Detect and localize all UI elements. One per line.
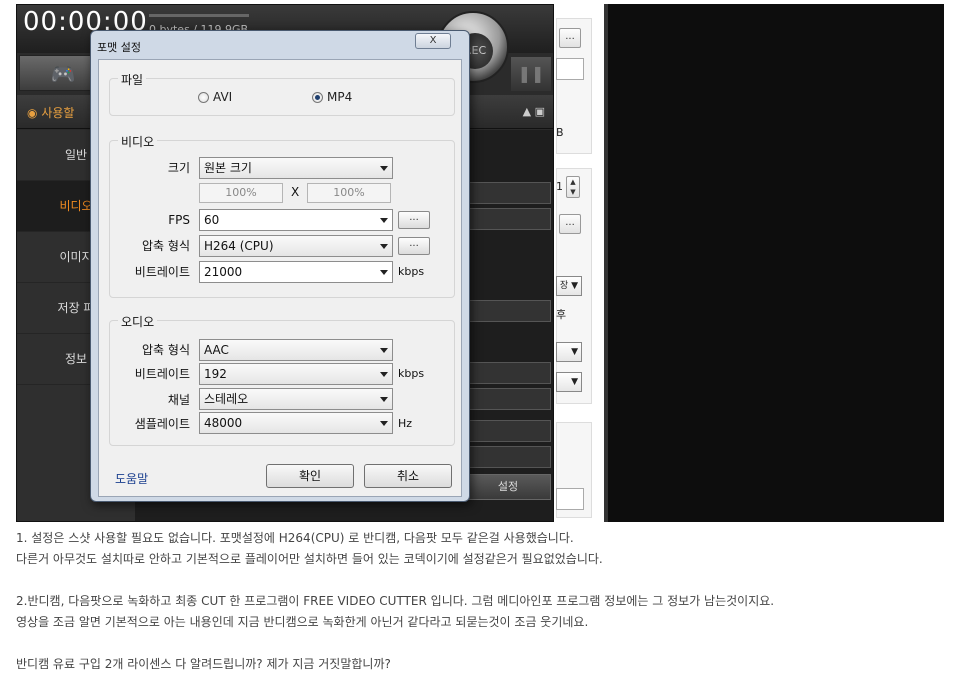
chevron-down-icon (380, 421, 388, 426)
options-side-panel: ... B 1 ▲ ▼ ... 장 ▼ 후 ▼ ▼ (556, 4, 604, 522)
help-link[interactable]: 도움말 (115, 470, 148, 487)
dark-field-1[interactable] (465, 182, 551, 204)
audio-bitrate-unit: kbps (398, 367, 425, 380)
dark-field-4[interactable] (465, 362, 551, 384)
target-section-label: ◉ 사용할 (27, 106, 75, 120)
article-line-4: 영상을 조금 알면 기본적으로 아는 내용인데 지금 반디캠으로 녹화한게 아닌… (16, 615, 589, 629)
article-line-5: 반디캠 유료 구입 2개 라이센스 다 알려드립니까? 제가 지금 거짓말합니까… (16, 657, 391, 671)
settings-button[interactable]: 설정 (465, 474, 551, 500)
height-percent-field: 100% (307, 183, 391, 203)
capacity-bar (149, 14, 249, 17)
audio-group: 오디오 압축 형식 AAC 비트레이트 192 kbps 채널 스테레오 샘플레… (109, 313, 455, 446)
preview-area (604, 4, 944, 522)
chevron-down-icon (380, 244, 388, 249)
gamepad-icon: 🎮 (50, 62, 76, 86)
option-dropdown-1[interactable]: 장 ▼ (556, 276, 582, 296)
pause-icon: ❚❚ (517, 64, 545, 83)
path-field[interactable] (556, 58, 584, 80)
chevron-down-icon (380, 348, 388, 353)
dark-field-3[interactable] (465, 300, 551, 322)
article-line-2: 다른거 아무것도 설치따로 안하고 기본적으로 플레이어만 설치하면 들어 있는… (16, 552, 603, 566)
audio-codec-label: 압축 형식 (142, 343, 190, 357)
bottom-field[interactable] (556, 488, 584, 510)
dark-field-2[interactable] (465, 208, 551, 230)
close-button[interactable]: X (415, 33, 451, 49)
dark-field-5[interactable] (465, 388, 551, 410)
collapse-icon[interactable]: ▲ (523, 105, 531, 118)
width-percent-field: 100% (199, 183, 283, 203)
size-select[interactable]: 원본 크기 (199, 157, 393, 179)
dark-field-7[interactable] (465, 446, 551, 468)
article-line-3: 2.반디캠, 다음팟으로 녹화하고 최종 CUT 한 프로그램이 FREE VI… (16, 594, 775, 608)
maximize-icon[interactable]: ▣ (535, 105, 545, 118)
channel-label: 채널 (167, 393, 190, 407)
samplerate-label: 샘플레이트 (134, 417, 190, 431)
dialog-body: 파일 AVI MP4 비디오 크기 원본 크기 100% X 100% FPS … (98, 59, 462, 497)
radio-avi-label: AVI (213, 90, 233, 104)
close-icon[interactable]: X (430, 35, 437, 46)
chevron-down-icon (380, 218, 388, 223)
radio-avi-dot[interactable] (198, 91, 209, 103)
browse-button-middle[interactable]: ... (559, 214, 581, 234)
spin-down-icon[interactable]: ▼ (570, 188, 575, 196)
video-codec-select[interactable]: H264 (CPU) (199, 235, 393, 257)
cancel-button[interactable]: 취소 (364, 464, 452, 488)
channel-select[interactable]: 스테레오 (199, 388, 393, 410)
size-label: 크기 (167, 161, 190, 175)
browse-button-top[interactable]: ... (559, 28, 581, 48)
record-target-icon: ◉ (27, 106, 38, 120)
radio-mp4-dot[interactable] (312, 91, 323, 103)
fps-options-button[interactable]: ... (398, 211, 430, 229)
format-settings-dialog: 포맷 설정 X 파일 AVI MP4 비디오 크기 원본 크기 100% X 1… (90, 30, 470, 502)
pause-button[interactable]: ❚❚ (511, 57, 551, 91)
panel-text-b: B (556, 126, 564, 139)
chevron-down-icon (380, 166, 388, 171)
chevron-down-icon: ▼ (571, 281, 578, 291)
samplerate-select[interactable]: 48000 (199, 412, 393, 434)
size-x-label: X (291, 185, 300, 199)
chevron-down-icon (380, 270, 388, 275)
video-group-label: 비디오 (118, 133, 158, 150)
video-bitrate-unit: kbps (398, 265, 425, 278)
video-group: 비디오 크기 원본 크기 100% X 100% FPS 60 ... 압축 형… (109, 133, 455, 298)
spin-value: 1 (556, 180, 563, 193)
file-group-label: 파일 (118, 71, 147, 88)
audio-bitrate-select[interactable]: 192 (199, 363, 393, 385)
option-dropdown-3[interactable]: ▼ (556, 372, 582, 392)
video-bitrate-select[interactable]: 21000 (199, 261, 393, 283)
file-group: 파일 AVI MP4 (109, 71, 455, 116)
radio-avi[interactable]: AVI (198, 90, 232, 104)
article-line-1: 1. 설정은 스샷 사용할 필요도 없습니다. 포맷설정에 H264(CPU) … (16, 531, 574, 545)
spin-stepper[interactable]: ▲ ▼ (566, 176, 580, 198)
audio-group-label: 오디오 (118, 313, 158, 330)
panel-text-hu: 후 (556, 308, 567, 321)
dialog-title: 포맷 설정 (97, 41, 141, 54)
audio-bitrate-label: 비트레이트 (134, 367, 190, 381)
codec-options-button[interactable]: ... (398, 237, 430, 255)
dark-field-6[interactable] (465, 420, 551, 442)
chevron-down-icon: ▼ (571, 377, 578, 387)
radio-mp4[interactable]: MP4 (312, 90, 352, 104)
samplerate-unit: Hz (398, 417, 413, 430)
chevron-down-icon (380, 372, 388, 377)
option-dropdown-2[interactable]: ▼ (556, 342, 582, 362)
video-bitrate-label: 비트레이트 (134, 265, 190, 279)
chevron-down-icon: ▼ (571, 347, 578, 357)
fps-label: FPS (168, 213, 190, 227)
audio-codec-select[interactable]: AAC (199, 339, 393, 361)
ok-button[interactable]: 확인 (266, 464, 354, 488)
spin-up-icon[interactable]: ▲ (570, 178, 575, 186)
section-window-controls[interactable]: ▲ ▣ (523, 105, 545, 118)
radio-mp4-label: MP4 (327, 90, 353, 104)
chevron-down-icon (380, 397, 388, 402)
video-codec-label: 압축 형식 (142, 239, 190, 253)
fps-select[interactable]: 60 (199, 209, 393, 231)
article-body: 1. 설정은 스샷 사용할 필요도 없습니다. 포맷설정에 H264(CPU) … (16, 528, 946, 675)
